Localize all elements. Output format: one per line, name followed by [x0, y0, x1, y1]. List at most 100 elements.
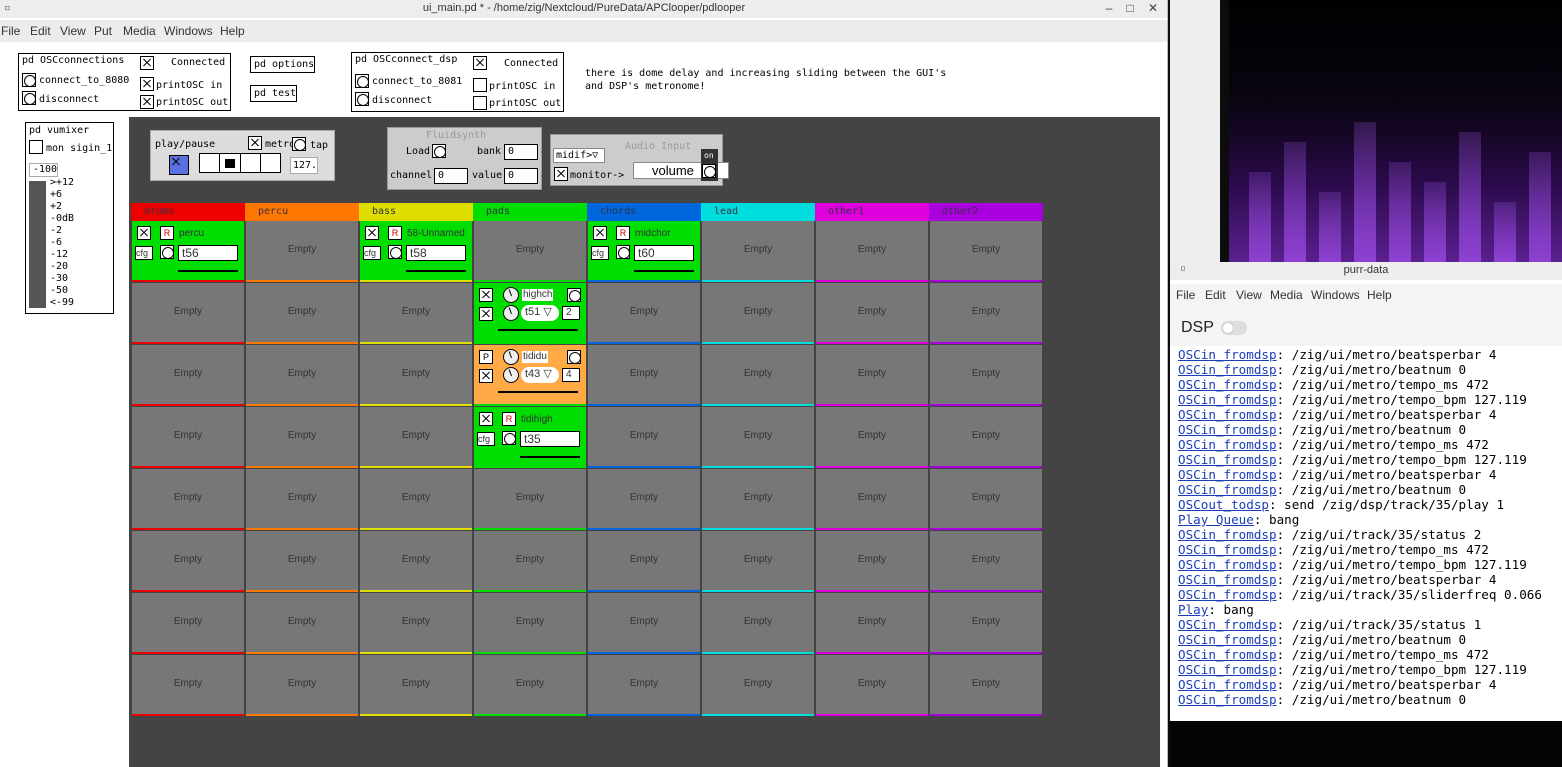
clip-slot[interactable]: Empty — [131, 469, 245, 531]
log-source-link[interactable]: OSCin_fromdsp — [1178, 482, 1277, 497]
clip-slot[interactable]: Empty — [701, 283, 815, 345]
vu-number[interactable]: -100 — [29, 163, 58, 177]
active-clip[interactable]: Ptididu t43 ▽ 4 — [474, 345, 586, 404]
clip-slot[interactable]: Empty — [815, 283, 929, 345]
clip-slot[interactable]: Empty — [587, 593, 701, 655]
cfg-button[interactable]: cfg — [363, 246, 381, 260]
clip-slot[interactable]: Empty — [131, 593, 245, 655]
clip-toggle[interactable] — [479, 412, 493, 426]
clip-slot[interactable]: Empty — [359, 407, 473, 469]
bank-number[interactable]: 0 — [504, 144, 538, 160]
track-header-chords[interactable]: chords — [587, 203, 701, 221]
log-source-link[interactable]: OSCin_fromdsp — [1178, 407, 1277, 422]
clip-slot[interactable]: Empty — [131, 283, 245, 345]
clip-slot[interactable]: Empty — [701, 469, 815, 531]
dsp-disconnect-bang[interactable] — [355, 92, 369, 106]
clip-slot[interactable]: Empty — [245, 221, 359, 283]
record-button[interactable]: R — [160, 226, 174, 240]
clip-toggle[interactable] — [365, 226, 379, 240]
s-bang[interactable] — [388, 245, 402, 259]
log-source-link[interactable]: OSCin_fromdsp — [1178, 662, 1277, 677]
maximize-icon[interactable]: □ — [1123, 1, 1137, 15]
clip-slot[interactable]: Ptididu t43 ▽ 4 — [473, 345, 587, 407]
log-source-link[interactable]: OSCin_fromdsp — [1178, 542, 1277, 557]
menu-help[interactable]: Help — [220, 24, 245, 38]
record-button[interactable]: R — [502, 412, 516, 426]
clip-slot[interactable]: Empty — [701, 593, 815, 655]
clip-slot[interactable]: Empty — [587, 407, 701, 469]
log-source-link[interactable]: OSCin_fromdsp — [1178, 527, 1277, 542]
clip-slot[interactable]: Empty — [359, 531, 473, 593]
clip-slot[interactable]: Empty — [473, 655, 587, 717]
clip-toggle[interactable] — [137, 226, 151, 240]
metro-toggle[interactable] — [248, 136, 262, 150]
log-source-link[interactable]: OSCin_fromdsp — [1178, 437, 1277, 452]
log-source-link[interactable]: Play Queue — [1178, 512, 1254, 527]
pd-test-subpatch[interactable]: pd test — [250, 85, 297, 102]
clip-slot[interactable]: Empty — [815, 655, 929, 717]
clip-slot[interactable]: Empty — [359, 283, 473, 345]
value-number[interactable]: 0 — [504, 168, 538, 184]
osc-connections-subpatch[interactable]: pd OSCconnections Connected connect_to_8… — [18, 53, 231, 111]
clip-time[interactable]: t56 — [178, 245, 238, 261]
menu-file[interactable]: File — [1, 24, 20, 38]
clip-slot[interactable]: Empty — [245, 593, 359, 655]
log-source-link[interactable]: OSCin_fromdsp — [1178, 452, 1277, 467]
purr-menu-help[interactable]: Help — [1367, 288, 1392, 302]
track-header-percu[interactable]: percu — [245, 203, 359, 221]
connect-bang[interactable] — [22, 73, 36, 87]
knob-icon[interactable] — [503, 287, 519, 303]
dsp-connected-toggle[interactable] — [473, 56, 487, 70]
time-dropdown[interactable]: t43 ▽ — [521, 367, 559, 383]
clip-slot[interactable]: Empty — [587, 469, 701, 531]
log-source-link[interactable]: OSCin_fromdsp — [1178, 347, 1277, 362]
clip-slot[interactable]: Empty — [131, 655, 245, 717]
clip-slot[interactable]: Empty — [245, 407, 359, 469]
track-header-other1[interactable]: other1 — [815, 203, 929, 221]
clip-slot[interactable]: Empty — [929, 283, 1043, 345]
clip-slot[interactable]: Empty — [245, 469, 359, 531]
menu-media[interactable]: Media — [123, 24, 156, 38]
dsp-switch[interactable] — [1221, 321, 1247, 335]
track-header-pads[interactable]: pads — [473, 203, 587, 221]
clip-slot[interactable]: Empty — [245, 345, 359, 407]
log-source-link[interactable]: OSCin_fromdsp — [1178, 557, 1277, 572]
active-clip[interactable]: Rtidihigh cfg t35 — [474, 407, 586, 466]
clip-time[interactable]: t60 — [634, 245, 694, 261]
clip-slot[interactable]: Empty — [587, 655, 701, 717]
close-icon[interactable]: ✕ — [1146, 1, 1160, 15]
s-bang[interactable] — [502, 431, 516, 445]
clip-toggle-2[interactable] — [479, 307, 493, 321]
menu-edit[interactable]: Edit — [30, 24, 51, 38]
clip-slot[interactable]: Empty — [929, 221, 1043, 283]
clip-slot[interactable]: Empty — [245, 531, 359, 593]
monitor-toggle[interactable] — [554, 167, 568, 181]
dsp-print-out-toggle[interactable] — [473, 96, 487, 110]
beat-radio[interactable] — [199, 153, 281, 173]
clip-toggle-2[interactable] — [479, 369, 493, 383]
clip-slot[interactable]: Empty — [815, 345, 929, 407]
midif-dropdown[interactable]: midif>▽ — [553, 148, 605, 163]
dsp-connect-bang[interactable] — [355, 74, 369, 88]
clip-time[interactable]: t58 — [406, 245, 466, 261]
log-source-link[interactable]: OSCin_fromdsp — [1178, 647, 1277, 662]
connected-toggle[interactable] — [140, 56, 154, 70]
purr-menu-windows[interactable]: Windows — [1311, 288, 1360, 302]
clip-slot[interactable]: Empty — [815, 407, 929, 469]
log-source-link[interactable]: OSCin_fromdsp — [1178, 617, 1277, 632]
time-dropdown[interactable]: t51 ▽ — [521, 305, 559, 321]
log-source-link[interactable]: OSCin_fromdsp — [1178, 467, 1277, 482]
channel-number[interactable]: 0 — [434, 168, 468, 184]
purr-menu-edit[interactable]: Edit — [1205, 288, 1226, 302]
record-button[interactable]: R — [616, 226, 630, 240]
s-bang[interactable] — [616, 245, 630, 259]
clip-slot[interactable]: Empty — [815, 593, 929, 655]
clip-slot[interactable]: Empty — [473, 221, 587, 283]
mon-toggle[interactable] — [29, 140, 43, 154]
clip-slot[interactable]: Empty — [473, 469, 587, 531]
s-bang[interactable] — [160, 245, 174, 259]
clip-toggle[interactable]: P — [479, 350, 493, 364]
pd-options-subpatch[interactable]: pd options — [250, 56, 315, 73]
knob-icon[interactable] — [503, 305, 519, 321]
clip-slot[interactable]: Empty — [929, 469, 1043, 531]
